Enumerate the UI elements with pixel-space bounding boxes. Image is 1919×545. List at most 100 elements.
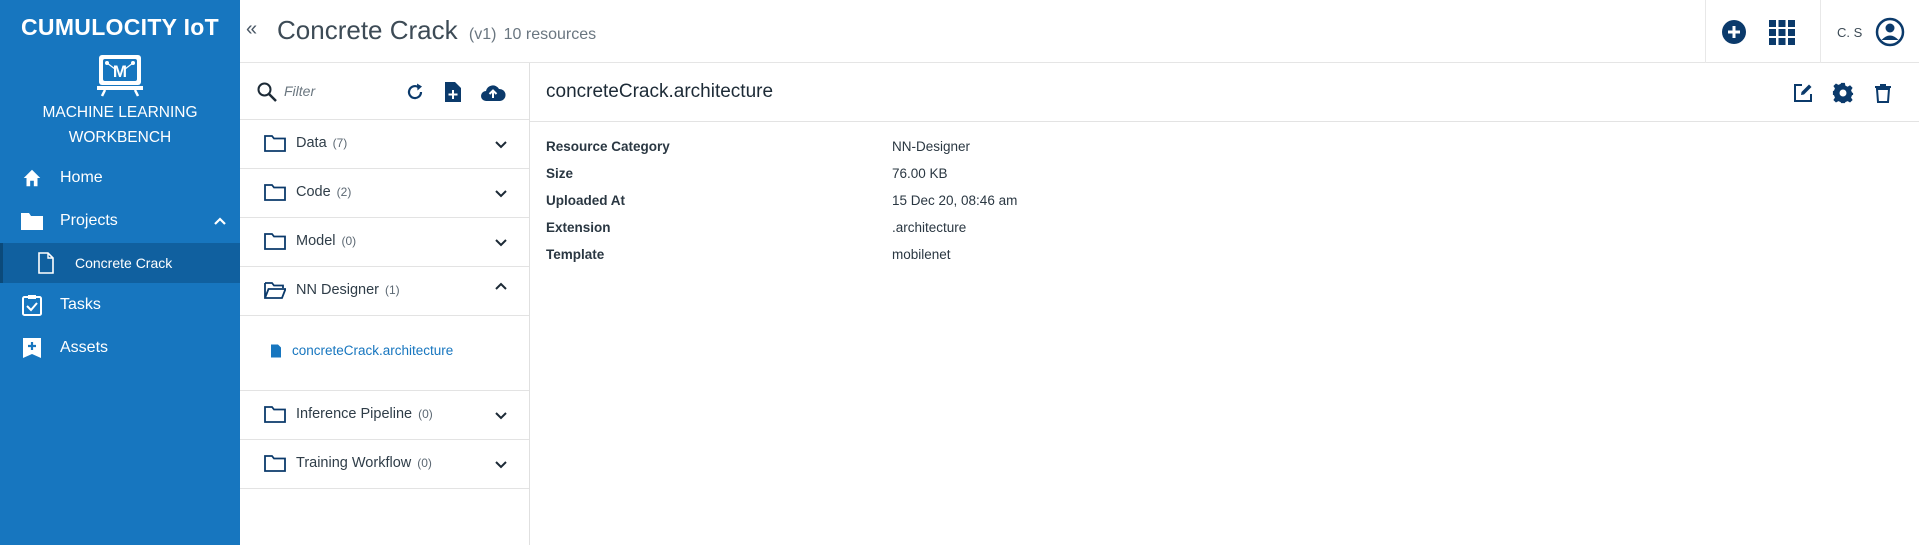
category-count: (0) — [341, 234, 357, 248]
file-icon — [271, 344, 281, 357]
property-value: mobilenet — [892, 247, 951, 262]
category-label: Inference Pipeline (0) — [296, 406, 433, 422]
category-count: (1) — [385, 283, 400, 297]
app-name-line2: WORKBENCH — [68, 129, 172, 146]
sidebar-item-assets[interactable]: Assets — [0, 327, 240, 369]
app-name-line1: MACHINE LEARNING — [42, 104, 198, 121]
user-menu-button[interactable] — [1871, 13, 1909, 51]
category-training-workflow[interactable]: Training Workflow (0) — [240, 440, 529, 489]
user-initials[interactable]: C. S — [1837, 25, 1862, 40]
app-switcher-button[interactable] — [1763, 13, 1801, 51]
chevron-down-icon[interactable] — [491, 183, 511, 203]
svg-text:M: M — [113, 62, 127, 81]
category-label: Code (2) — [296, 184, 352, 200]
cloud-upload-icon — [481, 85, 506, 101]
category-label: Training Workflow (0) — [296, 455, 432, 471]
category-count: (0) — [417, 456, 432, 470]
folder-icon — [20, 209, 44, 233]
resource-panel: Data(7) Code(2) Model(0) NN Designer(1) … — [240, 63, 530, 545]
property-value: 76.00 KB — [892, 166, 948, 181]
property-key: Uploaded At — [546, 193, 625, 208]
category-nn-designer[interactable]: NN Designer (1) — [240, 267, 529, 316]
trash-icon — [1875, 84, 1891, 103]
sidebar-item-label: Home — [60, 169, 103, 186]
category-model[interactable]: Model (0) — [240, 218, 529, 267]
property-key: Template — [546, 247, 605, 262]
sidebar: CUMULOCITY IoT M MACHINE LEARNING WORKBE… — [0, 0, 240, 545]
chevron-up-icon[interactable] — [491, 277, 511, 297]
property-row: Resource Category NN-Designer — [546, 139, 1846, 159]
plus-box-icon — [20, 336, 44, 360]
property-value: .architecture — [892, 220, 967, 235]
sidebar-item-projects[interactable]: Projects — [0, 200, 240, 242]
chevron-up-icon[interactable] — [208, 209, 232, 233]
delete-button[interactable] — [1870, 80, 1896, 106]
category-label: NN Designer (1) — [296, 282, 400, 298]
property-value: 15 Dec 20, 08:46 am — [892, 193, 1018, 208]
project-version: (v1) — [468, 26, 497, 43]
category-label: Data (7) — [296, 135, 348, 151]
filter-toolbar — [240, 63, 529, 120]
upload-button[interactable] — [479, 78, 507, 106]
add-button[interactable] — [1715, 13, 1753, 51]
plus-circle-icon — [1722, 20, 1746, 44]
property-key: Size — [546, 166, 574, 181]
project-title: Concrete Crack — [277, 15, 458, 45]
brand-logo: CUMULOCITY IoT — [21, 14, 219, 40]
sidebar-item-label: Projects — [60, 212, 118, 229]
refresh-button[interactable] — [401, 78, 429, 106]
refresh-icon — [407, 83, 423, 100]
page-title: Concrete Crack (v1) 10 resources — [277, 15, 596, 46]
property-row: Uploaded At 15 Dec 20, 08:46 am — [546, 193, 1846, 213]
chevron-down-icon[interactable] — [491, 454, 511, 474]
folder-outline-icon — [264, 233, 286, 250]
chevron-down-icon[interactable] — [491, 232, 511, 252]
header-divider — [1705, 0, 1706, 63]
app-name: MACHINE LEARNING WORKBENCH — [20, 100, 220, 150]
category-inference-pipeline[interactable]: Inference Pipeline (0) — [240, 391, 529, 440]
category-code[interactable]: Code (2) — [240, 169, 529, 218]
property-row: Extension .architecture — [546, 220, 1846, 240]
category-label: Model (0) — [296, 233, 357, 249]
grid-icon — [1769, 20, 1795, 45]
nn-designer-file-list: concreteCrack.architecture — [240, 318, 529, 391]
category-data[interactable]: Data (7) — [240, 120, 529, 169]
folder-outline-icon — [264, 184, 286, 201]
new-file-button[interactable] — [439, 78, 467, 106]
chevron-down-icon[interactable] — [491, 405, 511, 425]
detail-header: concreteCrack.architecture — [530, 63, 1919, 122]
home-icon — [20, 166, 44, 190]
sidebar-subitem-label: Concrete Crack — [75, 255, 173, 271]
folder-outline-icon — [264, 135, 286, 152]
top-header: « Concrete Crack (v1) 10 resources C. S — [240, 0, 1919, 63]
sidebar-item-label: Tasks — [60, 296, 101, 313]
file-plus-icon — [445, 82, 461, 102]
search-icon — [257, 82, 277, 102]
settings-button[interactable] — [1830, 80, 1856, 106]
user-avatar-icon — [1875, 17, 1905, 47]
ml-workbench-logo-icon: M — [97, 55, 143, 97]
edit-button[interactable] — [1790, 80, 1816, 106]
resource-detail: concreteCrack.architecture Resource Cate… — [530, 63, 1919, 545]
property-value: NN-Designer — [892, 139, 971, 154]
sidebar-subitem-concrete-crack[interactable]: Concrete Crack — [0, 243, 240, 283]
property-row: Template mobilenet — [546, 247, 1846, 267]
app-root: CUMULOCITY IoT M MACHINE LEARNING WORKBE… — [0, 0, 1919, 545]
category-count: (2) — [336, 185, 352, 199]
clipboard-check-icon — [20, 293, 44, 317]
folder-outline-icon — [264, 455, 286, 472]
gear-icon — [1832, 82, 1854, 104]
file-item-concretecrack-architecture[interactable]: concreteCrack.architecture — [270, 343, 453, 358]
header-divider — [1820, 0, 1821, 63]
chevron-down-icon[interactable] — [491, 134, 511, 154]
folder-open-icon — [264, 282, 286, 299]
property-key: Resource Category — [546, 139, 670, 154]
resource-count: 10 resources — [503, 26, 597, 43]
property-row: Size 76.00 KB — [546, 166, 1846, 186]
collapse-sidebar-button[interactable]: « — [246, 18, 266, 42]
sidebar-item-tasks[interactable]: Tasks — [0, 284, 240, 326]
sidebar-item-home[interactable]: Home — [0, 157, 240, 199]
filter-input[interactable] — [284, 79, 394, 103]
category-count: (0) — [418, 407, 433, 421]
file-name: concreteCrack.architecture — [292, 343, 454, 358]
